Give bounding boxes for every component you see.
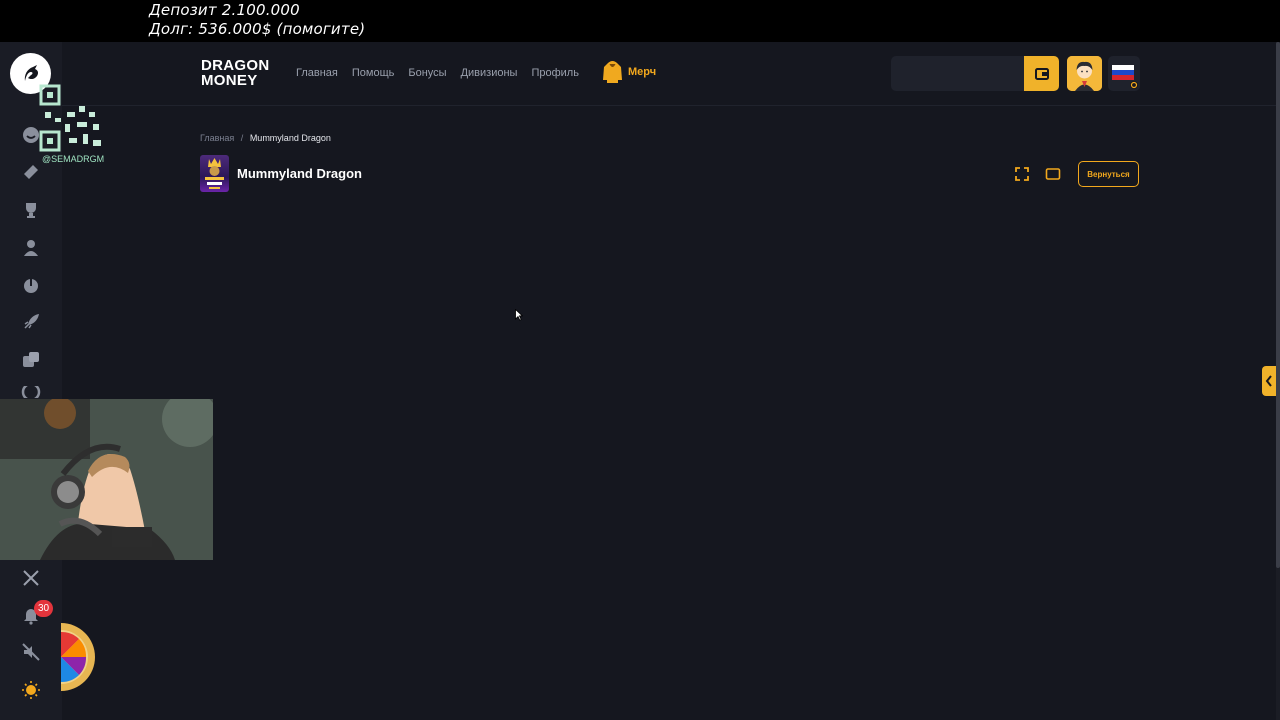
- theater-mode-icon[interactable]: [1045, 166, 1061, 182]
- user-icon[interactable]: [20, 237, 42, 259]
- nav-item-profile[interactable]: Профиль: [531, 67, 579, 79]
- brand-line-2: MONEY: [201, 72, 258, 89]
- ticket-icon[interactable]: [20, 161, 42, 183]
- deposit-text: Депозит 2.100.000: [149, 1, 300, 19]
- merch-label: Мерч: [628, 66, 657, 78]
- breadcrumb-home[interactable]: Главная: [200, 133, 234, 143]
- chevron-left-icon: [1265, 375, 1272, 387]
- breadcrumb: Главная / Mummyland Dragon: [200, 133, 331, 143]
- scrollbar-thumb[interactable]: [1276, 42, 1280, 568]
- mute-icon[interactable]: [20, 641, 42, 663]
- nav-item-home[interactable]: Главная: [296, 67, 338, 79]
- breadcrumb-current: Mummyland Dragon: [249, 133, 331, 143]
- fullscreen-icon[interactable]: [1014, 166, 1030, 182]
- rocket-icon[interactable]: [20, 311, 42, 333]
- lightbulb-icon[interactable]: [20, 679, 42, 701]
- trophy-icon[interactable]: [20, 199, 42, 221]
- back-button[interactable]: Вернуться: [1078, 161, 1139, 187]
- main-nav: Главная Помощь Бонусы Дивизионы Профиль: [296, 67, 579, 79]
- app-root: Депозит 2.100.000 Долг: 536.000$ (помоги…: [0, 0, 1280, 720]
- side-panel-toggle[interactable]: [1262, 366, 1276, 396]
- breadcrumb-separator: /: [240, 133, 244, 143]
- bonus-wheel-icon[interactable]: [61, 623, 96, 691]
- target-icon[interactable]: [20, 386, 42, 398]
- nav-item-merch[interactable]: Мерч: [602, 60, 656, 84]
- brand-line-1: DRAGON: [201, 57, 270, 74]
- nav-item-divisions[interactable]: Дивизионы: [461, 67, 518, 79]
- brand-logo[interactable]: DRAGON MONEY: [201, 58, 269, 88]
- top-header: DRAGON MONEY Главная Помощь Бонусы Дивиз…: [62, 42, 1276, 106]
- russia-flag-icon: [1112, 65, 1138, 89]
- nav-item-help[interactable]: Помощь: [352, 67, 395, 79]
- nav-item-bonuses[interactable]: Бонусы: [408, 67, 446, 79]
- game-thumbnail: [200, 155, 229, 192]
- search-input[interactable]: [891, 56, 1025, 91]
- game-title: Mummyland Dragon: [237, 166, 362, 181]
- x-twitter-icon[interactable]: [20, 567, 42, 589]
- notification-badge: 30: [34, 600, 54, 617]
- debt-text: Долг: 536.000$ (помогите): [149, 20, 366, 38]
- language-flag-button[interactable]: [1108, 56, 1140, 91]
- hoodie-icon: [603, 61, 622, 83]
- webcam-overlay: [0, 399, 213, 560]
- joystick-icon[interactable]: [20, 274, 42, 296]
- mouse-cursor-icon: [515, 308, 524, 326]
- wallet-button[interactable]: [1024, 56, 1059, 91]
- dice-icon[interactable]: [20, 349, 42, 371]
- stream-overlay: Депозит 2.100.000 Долг: 536.000$ (помоги…: [0, 0, 1280, 42]
- page-scrollbar[interactable]: [1276, 42, 1280, 720]
- qr-handle-text: @SEMADRGM: [42, 154, 105, 164]
- wallet-icon: [1034, 67, 1049, 80]
- avatar[interactable]: [1067, 56, 1102, 91]
